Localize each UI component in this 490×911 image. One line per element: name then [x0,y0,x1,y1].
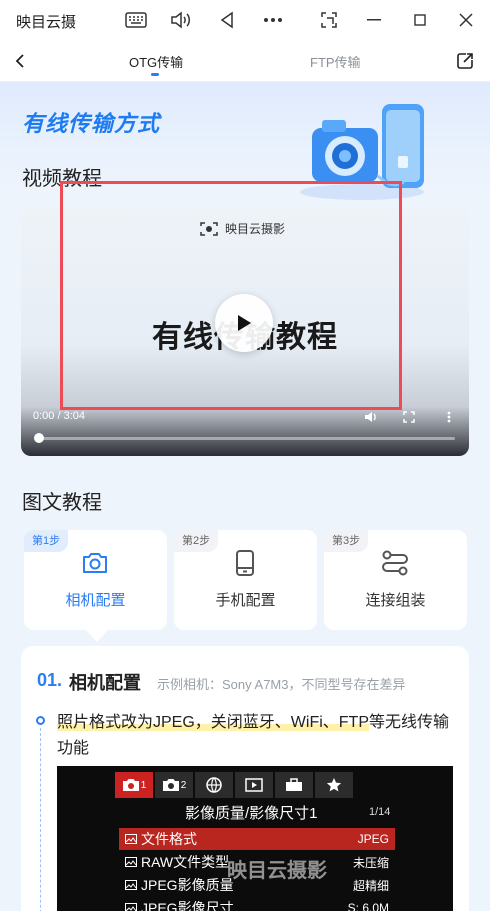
back-triangle-icon[interactable] [214,7,240,33]
maximize-icon[interactable] [407,7,433,33]
fullscreen-icon[interactable] [400,408,418,426]
camera-row-value: 未压缩 [352,855,389,870]
step-card-2[interactable]: 第2步 手机配置 [174,530,317,630]
toolbox-icon [275,772,313,798]
step-label: 相机配置 [65,592,126,609]
image-icon [125,900,137,911]
video-progress-track[interactable] [37,437,455,440]
camera-menu-row: JPEG影像尺寸 S: 6.0M [119,897,395,911]
step-label: 手机配置 [215,592,276,609]
camera-menu-tabs: 1 2 [115,772,353,798]
hero-title: 有线传输方式 [22,111,161,136]
camera-row-value: JPEG [357,832,389,846]
camera-icon [80,548,110,578]
window-title: 映目云摄 [16,14,77,31]
mute-icon[interactable] [362,408,380,426]
step-pointer [86,630,108,642]
graphic-section-title: 图文教程 [22,492,102,514]
star-icon [315,772,353,798]
video-time: 0:00 / 3:04 [33,410,85,422]
camera-watermark: 映目云摄影 [227,860,327,882]
tab-ftp[interactable]: FTP传输 [310,52,361,71]
keyboard-icon[interactable] [123,7,149,33]
detail-number: 01. [37,670,63,690]
image-icon [125,854,137,870]
minimize-icon[interactable] [361,7,387,33]
camera-row-value: 超精细 [352,878,389,893]
detail-card: 01. 相机配置 示例相机：Sony A7M3，不同型号存在差异 照片格式改为J… [21,646,469,911]
camera-tab-2-num: 2 [180,779,187,791]
step-badge: 第3步 [324,530,369,552]
video-progress-knob[interactable] [34,433,44,443]
camera-tab-1: 1 [115,772,153,798]
description-highlight: 照片格式改为JPEG，关闭蓝牙、WiFi、FTP [57,714,369,731]
camera-row-label: JPEG影像质量 [141,877,234,893]
camera-row-value: S: 6.0M [347,901,389,911]
video-menu-icon[interactable] [440,408,458,426]
camera-menu-page: 1/14 [369,806,391,818]
more-icon[interactable] [260,7,286,33]
close-icon[interactable] [453,7,479,33]
camera-menu-title: 影像质量/影像尺寸1 [185,805,318,822]
globe-icon [195,772,233,798]
detail-subtitle: 示例相机：Sony A7M3，不同型号存在差异 [157,677,406,692]
connect-icon [380,548,410,578]
window-titlebar: 映目云摄 [0,0,490,40]
camera-row-label: RAW文件类型 [141,854,230,870]
highlight-box [60,181,402,410]
volume-icon[interactable] [168,7,194,33]
camera-row-label: JPEG影像尺寸 [141,900,234,911]
share-icon[interactable] [455,51,475,71]
camera-menu-row: 文件格式 JPEG [119,828,395,850]
detail-title: 相机配置 [69,673,141,693]
camera-row-label: 文件格式 [141,831,197,847]
camera-menu-screenshot: 1 2 影像质量/影像尺寸1 1/14 文件格式 JPEG RAW文件类型 未压… [57,766,453,911]
screenshot-icon[interactable] [316,7,342,33]
timeline-line [40,728,41,911]
image-icon [125,877,137,893]
tab-otg[interactable]: OTG传输 [129,52,183,71]
step-badge: 第2步 [174,530,219,552]
app-header: OTG传输 FTP传输 [0,40,490,82]
image-icon [125,831,137,847]
step-card-3[interactable]: 第3步 连接组装 [324,530,467,630]
timeline-dot [36,716,45,725]
step-card-1[interactable]: 第1步 相机配置 [24,530,167,630]
back-arrow-icon[interactable] [8,49,32,73]
detail-description: 照片格式改为JPEG，关闭蓝牙、WiFi、FTP等无线传输功能 [57,710,457,762]
playback-icon [235,772,273,798]
camera-tab-icon [162,779,179,791]
camera-tab-icon [122,779,139,791]
phone-icon [230,548,260,578]
step-badge: 第1步 [24,530,69,552]
tab-indicator [151,73,159,76]
step-label: 连接组装 [365,592,426,609]
camera-tab-2: 2 [155,772,193,798]
camera-tab-1-num: 1 [140,779,147,791]
